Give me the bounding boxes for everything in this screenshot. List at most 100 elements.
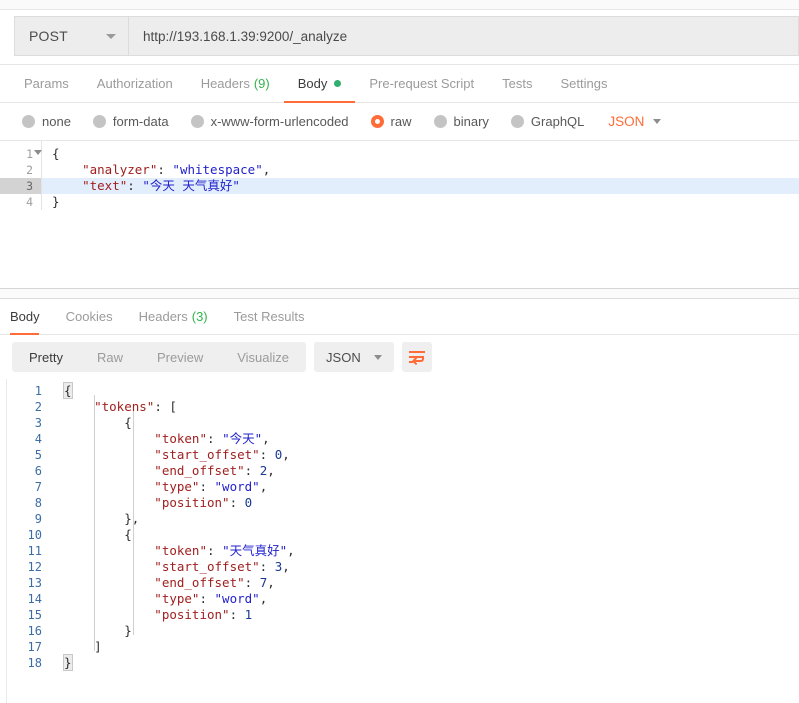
code-line: }	[52, 623, 799, 639]
code-line: "end_offset": 7,	[52, 575, 799, 591]
response-tab-body[interactable]: Body	[10, 299, 53, 335]
code-line: "token": "今天",	[52, 431, 799, 447]
response-body-editor[interactable]: 1 2 3 4 5 6 7 8 9 10 11 12 13 14 15 16 1…	[0, 379, 799, 703]
view-mode-preview[interactable]: Preview	[140, 342, 220, 372]
body-type-graphql[interactable]: GraphQL	[510, 114, 584, 129]
tab-tests[interactable]: Tests	[488, 65, 546, 102]
code-token: :	[199, 479, 215, 494]
code-line: {	[52, 382, 799, 399]
view-mode-visualize[interactable]: Visualize	[220, 342, 306, 372]
view-mode-raw[interactable]: Raw	[80, 342, 140, 372]
body-type-none[interactable]: none	[22, 114, 71, 129]
response-code-lines[interactable]: { "tokens": [ { "token": "今天", "start_of…	[52, 379, 799, 671]
code-line: }	[42, 194, 799, 210]
line-number-text: 2	[26, 163, 33, 177]
tab-body-label: Body	[297, 76, 328, 91]
response-gutter: 1 2 3 4 5 6 7 8 9 10 11 12 13 14 15 16 1…	[0, 379, 52, 671]
code-token: :	[154, 399, 170, 414]
code-token: ,	[282, 559, 290, 574]
tab-pre-request-script[interactable]: Pre-request Script	[355, 65, 488, 102]
code-line: "analyzer": "whitespace",	[42, 162, 799, 178]
code-line: "end_offset": 2,	[52, 463, 799, 479]
code-token: ]	[64, 639, 102, 654]
request-url-input[interactable]: http://193.168.1.39:9200/_analyze	[129, 17, 798, 55]
view-mode-raw-label: Raw	[96, 349, 123, 365]
response-tab-test-results[interactable]: Test Results	[221, 299, 318, 334]
body-type-urlencoded[interactable]: x-www-form-urlencoded	[190, 114, 349, 129]
indent-guide	[94, 395, 95, 651]
code-token: "position"	[64, 607, 230, 622]
view-mode-visualize-label: Visualize	[237, 349, 290, 365]
radio-icon	[190, 115, 204, 128]
raw-format-select[interactable]: JSON	[608, 114, 662, 129]
code-token: :	[244, 575, 260, 590]
body-type-raw[interactable]: raw	[370, 114, 412, 129]
line-number: 5	[34, 448, 42, 462]
response-tab-cookies[interactable]: Cookies	[53, 299, 126, 334]
word-wrap-button[interactable]	[401, 342, 432, 372]
code-token: ,	[262, 162, 271, 177]
radio-selected-icon	[370, 115, 384, 128]
code-token: "word"	[214, 479, 260, 494]
code-line: {	[52, 415, 799, 431]
code-token: "今天 天气真好"	[142, 178, 240, 193]
body-type-urlencoded-label: x-www-form-urlencoded	[210, 114, 349, 129]
line-number: 2	[34, 400, 42, 414]
request-gutter: 1 2 3 4	[0, 141, 42, 210]
code-token: ,	[267, 575, 275, 590]
response-tab-test-results-label: Test Results	[233, 309, 305, 324]
radio-icon	[510, 115, 524, 128]
tab-settings-label: Settings	[560, 76, 608, 91]
radio-icon	[433, 115, 447, 128]
body-type-binary[interactable]: binary	[433, 114, 489, 129]
request-code-lines[interactable]: { "analyzer": "whitespace", "text": "今天 …	[42, 141, 799, 210]
body-type-row: none form-data x-www-form-urlencoded raw…	[0, 103, 799, 141]
request-code-area: 1 2 3 4 { "analyzer": "whitespace", "tex…	[0, 141, 799, 210]
code-token: ,	[287, 543, 295, 558]
fold-arrow-icon[interactable]	[34, 150, 42, 155]
line-number: 3	[34, 416, 42, 430]
line-number: 13	[27, 576, 42, 590]
code-token: "token"	[64, 431, 207, 446]
response-view-toolbar: Pretty Raw Preview Visualize JSON	[0, 335, 799, 379]
body-type-form-data[interactable]: form-data	[92, 114, 169, 129]
code-token: }	[52, 194, 60, 209]
http-method-select[interactable]: POST	[15, 17, 129, 55]
tab-params[interactable]: Params	[24, 65, 83, 102]
word-wrap-icon	[408, 350, 425, 365]
response-format-select[interactable]: JSON	[314, 342, 394, 372]
code-line-active: "text": "今天 天气真好"	[42, 178, 799, 194]
chevron-down-icon	[653, 119, 662, 124]
code-token: "token"	[64, 543, 207, 558]
response-tabs: Body Cookies Headers (3) Test Results	[0, 299, 799, 335]
code-token: {	[52, 146, 60, 161]
code-token: "end_offset"	[64, 575, 245, 590]
tab-headers-label: Headers	[200, 76, 250, 91]
response-tab-headers[interactable]: Headers (3)	[126, 299, 221, 334]
tab-tests-label: Tests	[502, 76, 533, 91]
code-line: "position": 0	[52, 495, 799, 511]
code-token: :	[259, 559, 275, 574]
request-body-editor[interactable]: 1 2 3 4 { "analyzer": "whitespace", "tex…	[0, 141, 799, 289]
tab-headers[interactable]: Headers (9)	[187, 65, 284, 102]
radio-icon	[92, 115, 106, 128]
response-tab-headers-label: Headers	[138, 309, 188, 324]
code-line: },	[52, 511, 799, 527]
response-tab-cookies-label: Cookies	[65, 309, 113, 324]
response-tab-body-label: Body	[10, 309, 40, 324]
tab-settings[interactable]: Settings	[546, 65, 621, 102]
line-number: 1	[0, 146, 42, 162]
response-divider	[0, 289, 799, 299]
code-token: :	[229, 495, 245, 510]
tab-body[interactable]: Body	[283, 65, 356, 103]
code-token: "analyzer"	[52, 162, 158, 177]
line-number: 2	[0, 162, 41, 178]
code-line: "position": 1	[52, 607, 799, 623]
response-tab-headers-count: (3)	[191, 309, 208, 324]
view-mode-pretty[interactable]: Pretty	[12, 342, 80, 372]
body-type-form-data-label: form-data	[112, 114, 169, 129]
code-token: },	[64, 511, 140, 526]
tab-authorization[interactable]: Authorization	[83, 65, 187, 102]
line-number-text: 4	[26, 195, 33, 209]
code-token: {	[63, 382, 73, 399]
